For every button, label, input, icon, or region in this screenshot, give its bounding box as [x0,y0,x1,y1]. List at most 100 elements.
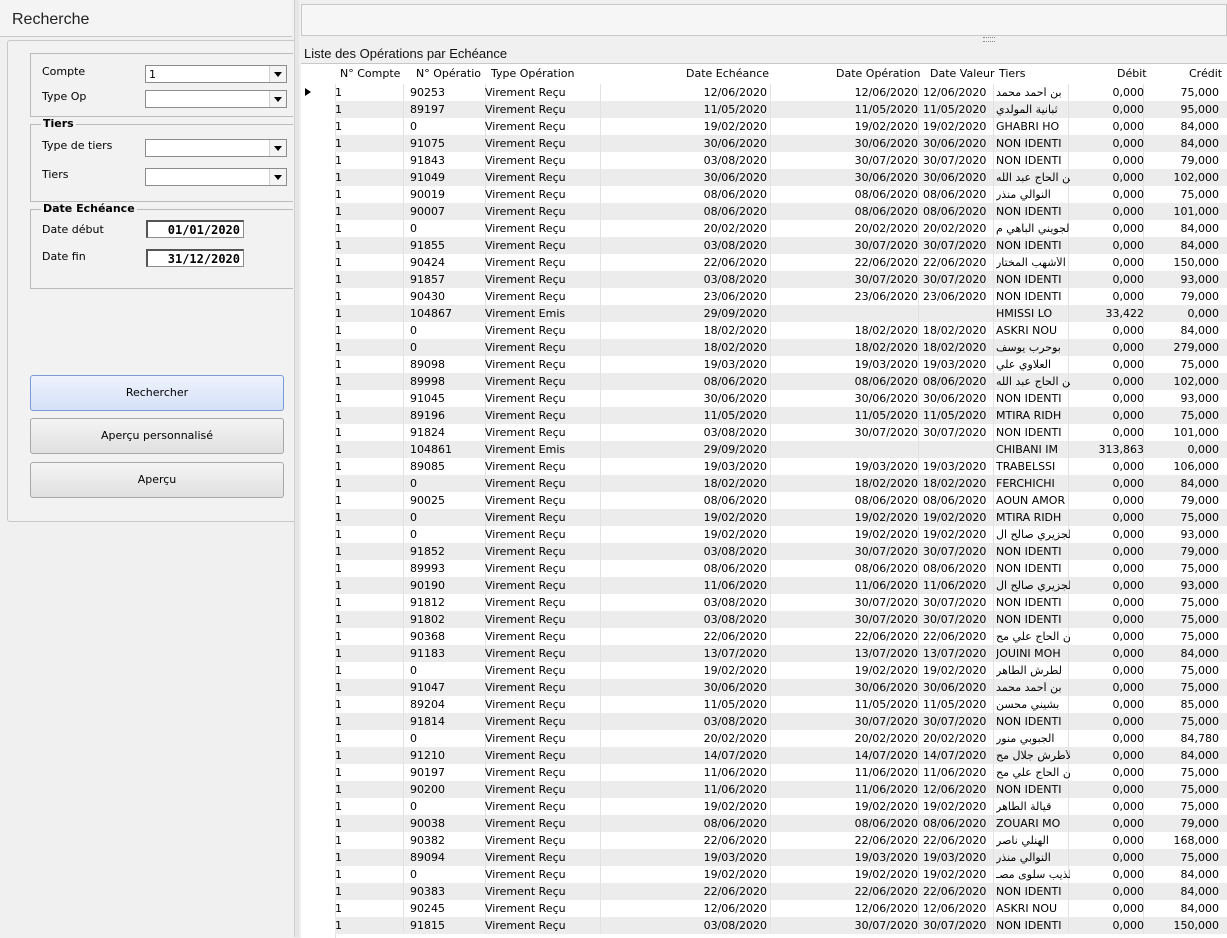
table-row[interactable]: 1 89085 Virement Reçu 19/03/2020 19/03/2020 1… [301,458,1227,475]
row-cells: 1 91210 Virement Reçu 14/07/2020 14/07/2020 1… [335,747,1227,764]
header-compte[interactable]: N° Compte [340,67,400,80]
cell-type: Virement Reçu [485,733,566,745]
cell-tiers: الأطرش جلال مح [996,750,1070,762]
column-divider [770,832,771,849]
typetiers-select[interactable] [145,139,287,157]
table-row[interactable]: 1 89094 Virement Reçu 19/03/2020 19/03/2020 1… [301,849,1227,866]
table-row[interactable]: 1 104861 Virement Emis 29/09/2020 CHIBANI IM… [301,441,1227,458]
cell-tiers: العلاوي علي [996,359,1052,371]
table-row[interactable]: 1 91824 Virement Reçu 03/08/2020 30/07/2020 3… [301,424,1227,441]
column-divider [993,747,994,764]
cell-operation: 90383 [410,886,445,898]
date-debut-input[interactable]: 01/01/2020 [146,220,244,238]
table-row[interactable]: 1 91049 Virement Reçu 30/06/2020 30/06/2020 3… [301,169,1227,186]
cell-compte: 1 [335,818,342,830]
table-row[interactable]: 1 89196 Virement Reçu 11/05/2020 11/05/2020 1… [301,407,1227,424]
table-row[interactable]: 1 91047 Virement Reçu 30/06/2020 30/06/2020 3… [301,679,1227,696]
table-row[interactable]: 1 90424 Virement Reçu 22/06/2020 22/06/2020 2… [301,254,1227,271]
table-row[interactable]: 1 90007 Virement Reçu 08/06/2020 08/06/2020 0… [301,203,1227,220]
table-row[interactable]: 1 90197 Virement Reçu 11/06/2020 11/06/2020 1… [301,764,1227,781]
table-row[interactable]: 1 91045 Virement Reçu 30/06/2020 30/06/2020 3… [301,390,1227,407]
header-date-valeur[interactable]: Date Valeur [930,67,995,80]
table-row[interactable]: 1 91815 Virement Reçu 03/08/2020 30/07/2020 3… [301,917,1227,934]
rechercher-button[interactable]: Rechercher [30,375,284,411]
cell-tiers: GHABRI HO [996,121,1060,133]
row-cells: 1 91802 Virement Reçu 03/08/2020 30/07/2020 3… [335,611,1227,628]
table-row[interactable]: 1 91857 Virement Reçu 03/08/2020 30/07/2020 3… [301,271,1227,288]
table-row[interactable]: 1 91210 Virement Reçu 14/07/2020 14/07/2020 1… [301,747,1227,764]
table-row[interactable]: 1 90245 Virement Reçu 12/06/2020 12/06/2020 1… [301,900,1227,917]
table-row[interactable]: 1 90383 Virement Reçu 22/06/2020 22/06/2020 2… [301,883,1227,900]
cell-debit: 0,000 [1112,121,1145,133]
cell-debit: 0,000 [1112,614,1145,626]
table-row[interactable]: 1 0 Virement Reçu 19/02/2020 19/02/2020 19/02… [301,509,1227,526]
table-row[interactable]: 1 89204 Virement Reçu 11/05/2020 11/05/2020 1… [301,696,1227,713]
header-operation[interactable]: N° Opératio [416,67,481,80]
column-divider [993,390,994,407]
table-row[interactable]: 1 0 Virement Reçu 19/02/2020 19/02/2020 19/02… [301,526,1227,543]
table-row[interactable]: 1 91814 Virement Reçu 03/08/2020 30/07/2020 3… [301,713,1227,730]
table-row[interactable]: 1 0 Virement Reçu 19/02/2020 19/02/2020 19/02… [301,662,1227,679]
table-row[interactable]: 1 0 Virement Reçu 18/02/2020 18/02/2020 18/02… [301,475,1227,492]
table-row[interactable]: 1 90253 Virement Reçu 12/06/2020 12/06/2020 1… [301,84,1227,101]
cell-operation: 90007 [410,206,445,218]
date-fin-input[interactable]: 31/12/2020 [146,249,244,267]
column-divider [770,424,771,441]
table-row[interactable]: 1 90382 Virement Reçu 22/06/2020 22/06/2020 2… [301,832,1227,849]
column-divider [600,662,601,679]
column-divider [600,628,601,645]
table-row[interactable]: 1 89197 Virement Reçu 11/05/2020 11/05/2020 1… [301,101,1227,118]
table-row[interactable]: 1 91802 Virement Reçu 03/08/2020 30/07/2020 3… [301,611,1227,628]
chevron-down-icon[interactable] [269,140,286,156]
table-row[interactable]: 1 91075 Virement Reçu 30/06/2020 30/06/2020 3… [301,135,1227,152]
cell-date-valeur: 30/06/2020 [923,682,987,694]
column-divider [770,900,771,917]
chevron-down-icon[interactable] [269,169,286,185]
cell-date-echeance: 03/08/2020 [703,240,767,252]
header-date-operation[interactable]: Date Opération [836,67,921,80]
table-row[interactable]: 1 89098 Virement Reçu 19/03/2020 19/03/2020 1… [301,356,1227,373]
table-row[interactable]: 1 90430 Virement Reçu 23/06/2020 23/06/2020 2… [301,288,1227,305]
table-row[interactable]: 1 89998 Virement Reçu 08/06/2020 08/06/2020 0… [301,373,1227,390]
column-divider [918,526,919,543]
header-date-echeance[interactable]: Date Echéance [686,67,769,80]
table-row[interactable]: 1 90038 Virement Reçu 08/06/2020 08/06/2020 0… [301,815,1227,832]
resize-grip[interactable] [983,37,995,42]
column-divider [993,441,994,458]
apercu-button[interactable]: Aperçu [30,462,284,498]
table-row[interactable]: 1 0 Virement Reçu 20/02/2020 20/02/2020 20/02… [301,730,1227,747]
column-divider [918,662,919,679]
header-debit[interactable]: Débit [1117,67,1147,80]
table-row[interactable]: 1 90025 Virement Reçu 08/06/2020 08/06/2020 0… [301,492,1227,509]
table-row[interactable]: 1 0 Virement Reçu 18/02/2020 18/02/2020 18/02… [301,339,1227,356]
table-row[interactable]: 1 0 Virement Reçu 20/02/2020 20/02/2020 20/02… [301,220,1227,237]
table-row[interactable]: 1 91812 Virement Reçu 03/08/2020 30/07/2020 3… [301,594,1227,611]
column-divider [770,356,771,373]
table-row[interactable]: 1 90368 Virement Reçu 22/06/2020 22/06/2020 2… [301,628,1227,645]
header-type[interactable]: Type Opération [491,67,575,80]
cell-date-operation: 30/07/2020 [854,716,918,728]
table-row[interactable]: 1 89993 Virement Reçu 08/06/2020 08/06/2020 0… [301,560,1227,577]
tiers-select[interactable] [145,168,287,186]
cell-tiers: بن الحاج عبد الله [996,376,1070,388]
table-row[interactable]: 1 104867 Virement Emis 29/09/2020 HMISSI LO 3… [301,305,1227,322]
cell-operation: 89993 [410,563,445,575]
table-row[interactable]: 1 90200 Virement Reçu 11/06/2020 11/06/2020 1… [301,781,1227,798]
table-row[interactable]: 1 0 Virement Reçu 19/02/2020 19/02/2020 19/02… [301,118,1227,135]
table-row[interactable]: 1 91183 Virement Reçu 13/07/2020 13/07/2020 1… [301,645,1227,662]
cell-date-echeance: 11/05/2020 [703,410,767,422]
table-row[interactable]: 1 91855 Virement Reçu 03/08/2020 30/07/2020 3… [301,237,1227,254]
apercu-personnalise-button[interactable]: Aperçu personnalisé [30,418,284,454]
header-credit[interactable]: Crédit [1189,67,1222,80]
table-row[interactable]: 1 0 Virement Reçu 18/02/2020 18/02/2020 18/02… [301,322,1227,339]
table-row[interactable]: 1 91843 Virement Reçu 03/08/2020 30/07/2020 3… [301,152,1227,169]
table-row[interactable]: 1 0 Virement Reçu 19/02/2020 19/02/2020 19/02… [301,866,1227,883]
table-row[interactable]: 1 90190 Virement Reçu 11/06/2020 11/06/2020 1… [301,577,1227,594]
table-row[interactable]: 1 90019 Virement Reçu 08/06/2020 08/06/2020 0… [301,186,1227,203]
cell-debit: 0,000 [1112,699,1145,711]
column-divider [918,186,919,203]
header-tiers[interactable]: Tiers [999,67,1025,80]
table-row[interactable]: 1 0 Virement Reçu 19/02/2020 19/02/2020 19/02… [301,798,1227,815]
table-row[interactable]: 1 91852 Virement Reçu 03/08/2020 30/07/2020 3… [301,543,1227,560]
cell-date-valeur: 14/07/2020 [923,750,987,762]
